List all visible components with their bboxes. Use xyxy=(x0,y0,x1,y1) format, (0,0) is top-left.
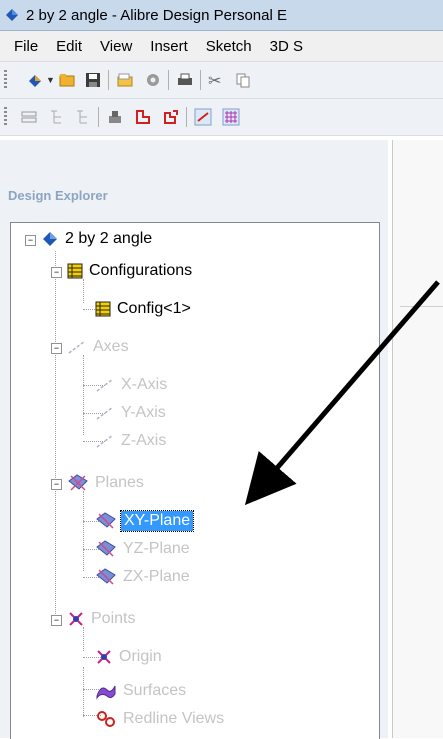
annotation-arrow xyxy=(244,280,440,506)
